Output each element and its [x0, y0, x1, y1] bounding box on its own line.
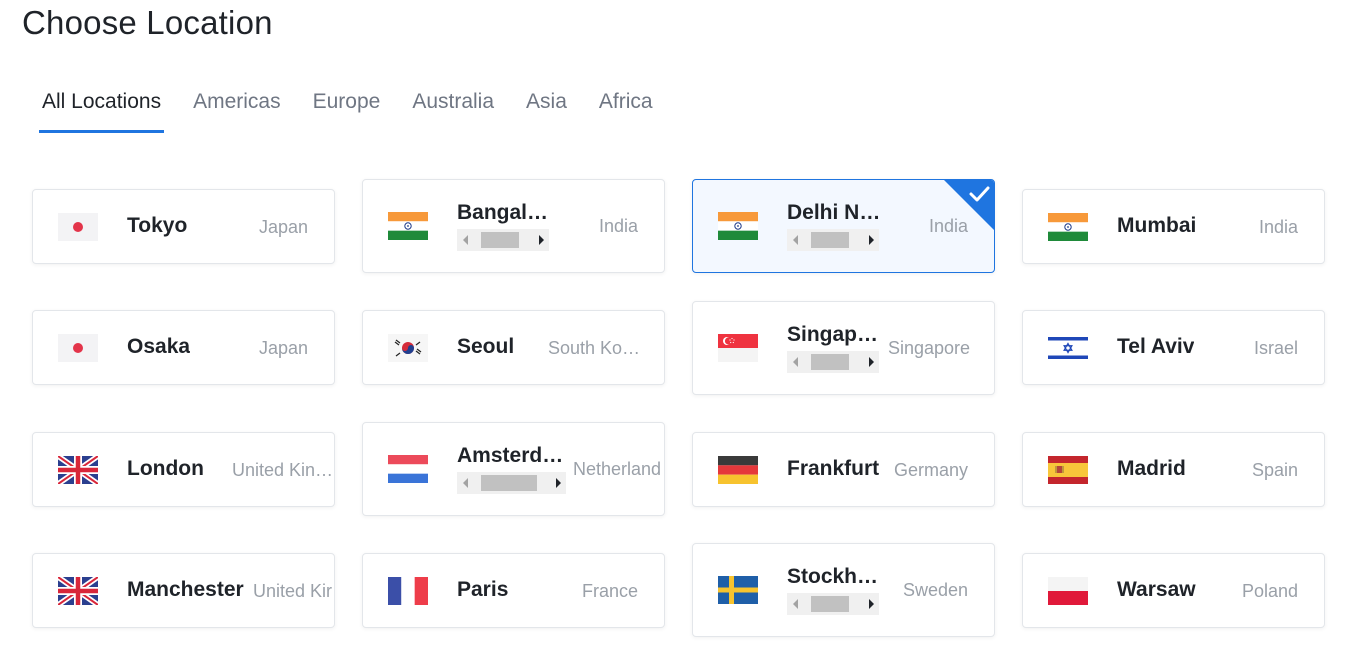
- city-name: Paris: [457, 578, 509, 601]
- horizontal-scrollbar[interactable]: [787, 351, 879, 373]
- city-name: Madrid: [1117, 457, 1186, 480]
- united-kingdom-flag-icon: [58, 577, 98, 605]
- city-name: Manchester: [127, 578, 244, 601]
- city-name: Seoul: [457, 335, 515, 358]
- location-card-paris[interactable]: Paris France: [362, 553, 665, 628]
- country-name: Sweden: [902, 580, 968, 600]
- scrollbar-thumb[interactable]: [481, 232, 519, 248]
- location-card-manchester[interactable]: Manchester United Kir: [32, 553, 335, 628]
- tab-africa[interactable]: Africa: [596, 88, 656, 133]
- location-card-warsaw[interactable]: Warsaw Poland: [1022, 553, 1325, 628]
- france-flag-icon: [388, 577, 428, 605]
- location-card-stockh[interactable]: Stockh… Sweden: [692, 543, 995, 637]
- tab-americas[interactable]: Americas: [190, 88, 284, 133]
- city-name: Tokyo: [127, 214, 188, 237]
- scroll-right-icon[interactable]: [863, 351, 879, 373]
- country-name: United Kir: [253, 581, 333, 601]
- scroll-left-icon[interactable]: [457, 229, 473, 251]
- location-card-london[interactable]: London United Kin…: [32, 432, 335, 507]
- country-name: Japan: [258, 217, 308, 237]
- germany-flag-icon: [718, 456, 758, 484]
- country-name: South Ko…: [548, 338, 641, 358]
- location-card-singap[interactable]: Singap… Singapore: [692, 301, 995, 395]
- city-name: Warsaw: [1117, 578, 1196, 601]
- scroll-right-icon[interactable]: [550, 472, 566, 494]
- city-name: Amsterd…: [457, 444, 564, 467]
- country-name: Poland: [1241, 581, 1298, 601]
- country-name: Netherland: [573, 459, 662, 479]
- location-card-frankfurt[interactable]: Frankfurt Germany: [692, 432, 995, 507]
- location-card-madrid[interactable]: Madrid Spain: [1022, 432, 1325, 507]
- city-name: Singap…: [787, 323, 879, 346]
- horizontal-scrollbar[interactable]: [457, 229, 549, 251]
- south-korea-flag-icon: [388, 334, 428, 362]
- location-card-tokyo[interactable]: Tokyo Japan: [32, 189, 335, 264]
- country-name: Israel: [1253, 338, 1298, 358]
- horizontal-scrollbar[interactable]: [457, 472, 566, 494]
- horizontal-scrollbar[interactable]: [787, 593, 879, 615]
- scroll-left-icon[interactable]: [457, 472, 473, 494]
- country-name: United Kin…: [232, 460, 332, 480]
- tab-all-locations[interactable]: All Locations: [39, 88, 165, 133]
- japan-flag-icon: [58, 334, 98, 362]
- scroll-right-icon[interactable]: [863, 593, 879, 615]
- scrollbar-thumb[interactable]: [811, 354, 849, 370]
- scrollbar-thumb[interactable]: [811, 596, 849, 612]
- india-flag-icon: [388, 212, 428, 240]
- city-name: Frankfurt: [787, 457, 880, 480]
- india-flag-icon: [718, 212, 758, 240]
- city-name: Bangal…: [457, 201, 549, 224]
- poland-flag-icon: [1048, 577, 1088, 605]
- japan-flag-icon: [58, 213, 98, 241]
- page-title: Choose Location: [22, 4, 273, 41]
- region-tabs: All Locations Americas Europe Australia …: [39, 88, 682, 133]
- location-card-mumbai[interactable]: Mumbai India: [1022, 189, 1325, 264]
- united-kingdom-flag-icon: [58, 456, 98, 484]
- netherlands-flag-icon: [388, 455, 428, 483]
- city-name: Mumbai: [1117, 214, 1197, 237]
- country-name: Spain: [1251, 460, 1298, 480]
- scroll-left-icon[interactable]: [787, 351, 803, 373]
- location-card-bangal[interactable]: Bangal… India: [362, 179, 665, 273]
- country-name: India: [598, 216, 638, 236]
- selected-check-icon: [944, 180, 994, 230]
- scroll-right-icon[interactable]: [863, 229, 879, 251]
- country-name: France: [581, 581, 638, 601]
- country-name: Germany: [893, 460, 968, 480]
- scroll-left-icon[interactable]: [787, 229, 803, 251]
- city-name: London: [127, 457, 204, 480]
- location-card-amsterd[interactable]: Amsterd… Netherland: [362, 422, 665, 516]
- location-card-seoul[interactable]: Seoul South Ko…: [362, 310, 665, 385]
- scrollbar-thumb[interactable]: [811, 232, 849, 248]
- scrollbar-thumb[interactable]: [481, 475, 537, 491]
- tab-europe[interactable]: Europe: [310, 88, 384, 133]
- israel-flag-icon: [1048, 334, 1088, 362]
- spain-flag-icon: [1048, 456, 1088, 484]
- country-name: Singapore: [888, 338, 971, 358]
- city-name: Osaka: [127, 335, 191, 358]
- sweden-flag-icon: [718, 576, 758, 604]
- city-name: Delhi N…: [787, 201, 881, 224]
- tab-australia[interactable]: Australia: [409, 88, 497, 133]
- location-card-tel-aviv[interactable]: Tel Aviv Israel: [1022, 310, 1325, 385]
- city-name: Stockh…: [787, 565, 879, 588]
- india-flag-icon: [1048, 213, 1088, 241]
- horizontal-scrollbar[interactable]: [787, 229, 879, 251]
- singapore-flag-icon: [718, 334, 758, 362]
- scroll-right-icon[interactable]: [533, 229, 549, 251]
- location-card-osaka[interactable]: Osaka Japan: [32, 310, 335, 385]
- scroll-left-icon[interactable]: [787, 593, 803, 615]
- country-name: India: [1258, 217, 1298, 237]
- city-name: Tel Aviv: [1117, 335, 1195, 358]
- tab-asia[interactable]: Asia: [523, 88, 570, 133]
- location-card-delhi-n[interactable]: Delhi N… India: [692, 179, 995, 273]
- country-name: Japan: [258, 338, 308, 358]
